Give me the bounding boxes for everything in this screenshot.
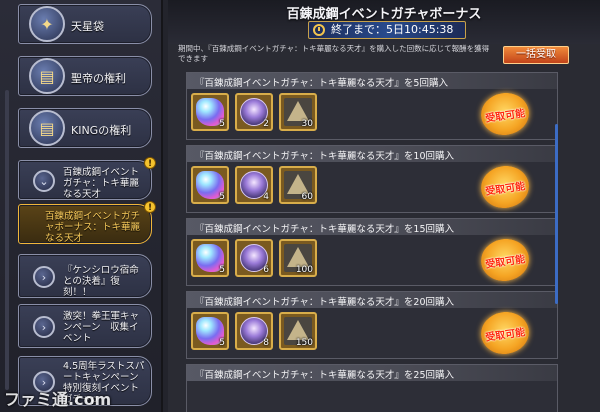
- reward-row: 『百錬成鋼イベントガチャ：トキ華麗なる天才』を25回購入: [186, 364, 558, 412]
- chevron-right-icon: ›: [33, 266, 55, 288]
- reward-quantity: 100: [295, 265, 313, 275]
- scroll-icon: ▤: [29, 58, 65, 94]
- reward-quantity: 30: [301, 119, 313, 129]
- reward-list-scrollbar[interactable]: [555, 124, 558, 304]
- timer-text: 終了まで：5日10:45:38: [331, 23, 454, 36]
- row-title: 『百錬成鋼イベントガチャ：トキ華麗なる天才』を5回購入: [195, 78, 448, 89]
- clock-icon: [313, 24, 325, 36]
- sidebar-item-king-rights[interactable]: ▤ KINGの権利: [18, 108, 152, 148]
- sidebar-item-kenshiro-revival[interactable]: › 『ケンシロウ宿命との決着』復刻！！: [18, 254, 152, 298]
- claim-button[interactable]: 受取可能: [478, 235, 532, 285]
- triangle-reward[interactable]: 60: [279, 166, 317, 204]
- reward-list: 『百錬成鋼イベントガチャ：トキ華麗なる天才』を5回購入 5 2 30 受取可能 …: [186, 72, 558, 412]
- reward-row: 『百錬成鋼イベントガチャ：トキ華麗なる天才』を20回購入 5 8 150 受取可…: [186, 291, 558, 359]
- gem-reward[interactable]: 5: [191, 239, 229, 277]
- orb-reward[interactable]: 2: [235, 93, 273, 131]
- row-header: 『百錬成鋼イベントガチャ：トキ華麗なる天才』を20回購入: [187, 292, 557, 308]
- orb-reward[interactable]: 6: [235, 239, 273, 277]
- reward-quantity: 5: [219, 338, 225, 348]
- sidebar-item-tenseibukuro[interactable]: ✦ 天星袋: [18, 4, 152, 44]
- reward-row: 『百錬成鋼イベントガチャ：トキ華麗なる天才』を5回購入 5 2 30 受取可能: [186, 72, 558, 140]
- claim-all-button[interactable]: 一括受取: [503, 46, 569, 64]
- triangle-reward[interactable]: 150: [279, 312, 317, 350]
- reward-quantity: 5: [219, 192, 225, 202]
- alert-badge: !: [144, 157, 156, 169]
- row-title: 『百錬成鋼イベントガチャ：トキ華麗なる天才』を15回購入: [195, 224, 454, 235]
- watermark-logo: ファミ通.com: [4, 390, 112, 409]
- sidebar-item-label: 天星袋: [71, 20, 104, 33]
- reward-panel: 期間中、『百錬成鋼イベントガチャ：トキ華麗なる天才』を購入した回数に応じて報酬を…: [168, 44, 600, 412]
- sidebar-item-seitei-rights[interactable]: ▤ 聖帝の権利: [18, 56, 152, 96]
- reward-quantity: 2: [263, 119, 269, 129]
- row-title: 『百錬成鋼イベントガチャ：トキ華麗なる天才』を10回購入: [195, 151, 454, 162]
- reward-quantity: 150: [295, 338, 313, 348]
- bag-icon: ✦: [29, 6, 65, 42]
- reward-quantity: 5: [219, 265, 225, 275]
- orb-reward[interactable]: 8: [235, 312, 273, 350]
- reward-quantity: 4: [263, 192, 269, 202]
- reward-quantity: 8: [263, 338, 269, 348]
- sidebar-item-label: 百錬成鋼イベントガチャ：トキ華麗なる天才: [63, 167, 140, 200]
- scroll-icon: ▤: [29, 110, 65, 146]
- alert-badge: !: [144, 201, 156, 213]
- claim-button[interactable]: 受取可能: [478, 308, 532, 358]
- reward-quantity: 5: [219, 119, 225, 129]
- row-header: 『百錬成鋼イベントガチャ：トキ華麗なる天才』を15回購入: [187, 219, 557, 235]
- sidebar-item-label: 『ケンシロウ宿命との決着』復刻！！: [63, 265, 139, 298]
- triangle-reward[interactable]: 100: [279, 239, 317, 277]
- gem-reward[interactable]: 5: [191, 93, 229, 131]
- reward-quantity: 6: [263, 265, 269, 275]
- gem-reward[interactable]: 5: [191, 312, 229, 350]
- claim-button[interactable]: 受取可能: [478, 162, 532, 212]
- reward-row: 『百錬成鋼イベントガチャ：トキ華麗なる天才』を15回購入 5 6 100 受取可…: [186, 218, 558, 286]
- sidebar-item-label: KINGの権利: [71, 124, 132, 137]
- row-header: 『百錬成鋼イベントガチャ：トキ華麗なる天才』を5回購入: [187, 73, 557, 89]
- chevron-down-icon: ⌄: [33, 170, 55, 192]
- header: 百錬成鋼イベントガチャボーナス 終了まで：5日10:45:38: [168, 0, 600, 44]
- sidebar: ✦ 天星袋 ▤ 聖帝の権利 ▤ KINGの権利 ⌄ 百錬成鋼イベントガチャ：トキ…: [0, 0, 163, 412]
- orb-reward[interactable]: 4: [235, 166, 273, 204]
- sidebar-scrollbar[interactable]: [5, 90, 9, 390]
- claim-button[interactable]: 受取可能: [478, 89, 532, 139]
- reward-row: 『百錬成鋼イベントガチャ：トキ華麗なる天才』を10回購入 5 4 60 受取可能: [186, 145, 558, 213]
- sidebar-item-event-gacha[interactable]: ⌄ 百錬成鋼イベントガチャ：トキ華麗なる天才 !: [18, 157, 156, 200]
- sidebar-item-kenou-campaign[interactable]: › 激突！拳王軍キャンペーン 収集イベント: [18, 304, 152, 348]
- page-title: 百錬成鋼イベントガチャボーナス: [286, 7, 482, 22]
- description-text: 期間中、『百錬成鋼イベントガチャ：トキ華麗なる天才』を購入した回数に応じて報酬を…: [178, 44, 490, 63]
- row-title: 『百錬成鋼イベントガチャ：トキ華麗なる天才』を20回購入: [195, 297, 454, 308]
- row-header: 『百錬成鋼イベントガチャ：トキ華麗なる天才』を25回購入: [187, 365, 557, 381]
- chevron-right-icon: ›: [33, 316, 55, 338]
- reward-quantity: 60: [301, 192, 313, 202]
- triangle-reward[interactable]: 30: [279, 93, 317, 131]
- sidebar-item-label: 百錬成鋼イベントガチャボーナス：トキ華麗なる天才: [45, 211, 141, 244]
- sidebar-item-gacha-bonus[interactable]: 百錬成鋼イベントガチャボーナス：トキ華麗なる天才 !: [18, 201, 156, 244]
- row-header: 『百錬成鋼イベントガチャ：トキ華麗なる天才』を10回購入: [187, 146, 557, 162]
- gem-reward[interactable]: 5: [191, 166, 229, 204]
- countdown-timer: 終了まで：5日10:45:38: [308, 21, 466, 39]
- sidebar-item-label: 激突！拳王軍キャンペーン 収集イベント: [63, 311, 140, 344]
- sidebar-item-label: 聖帝の権利: [71, 72, 126, 85]
- row-title: 『百錬成鋼イベントガチャ：トキ華麗なる天才』を25回購入: [195, 370, 454, 381]
